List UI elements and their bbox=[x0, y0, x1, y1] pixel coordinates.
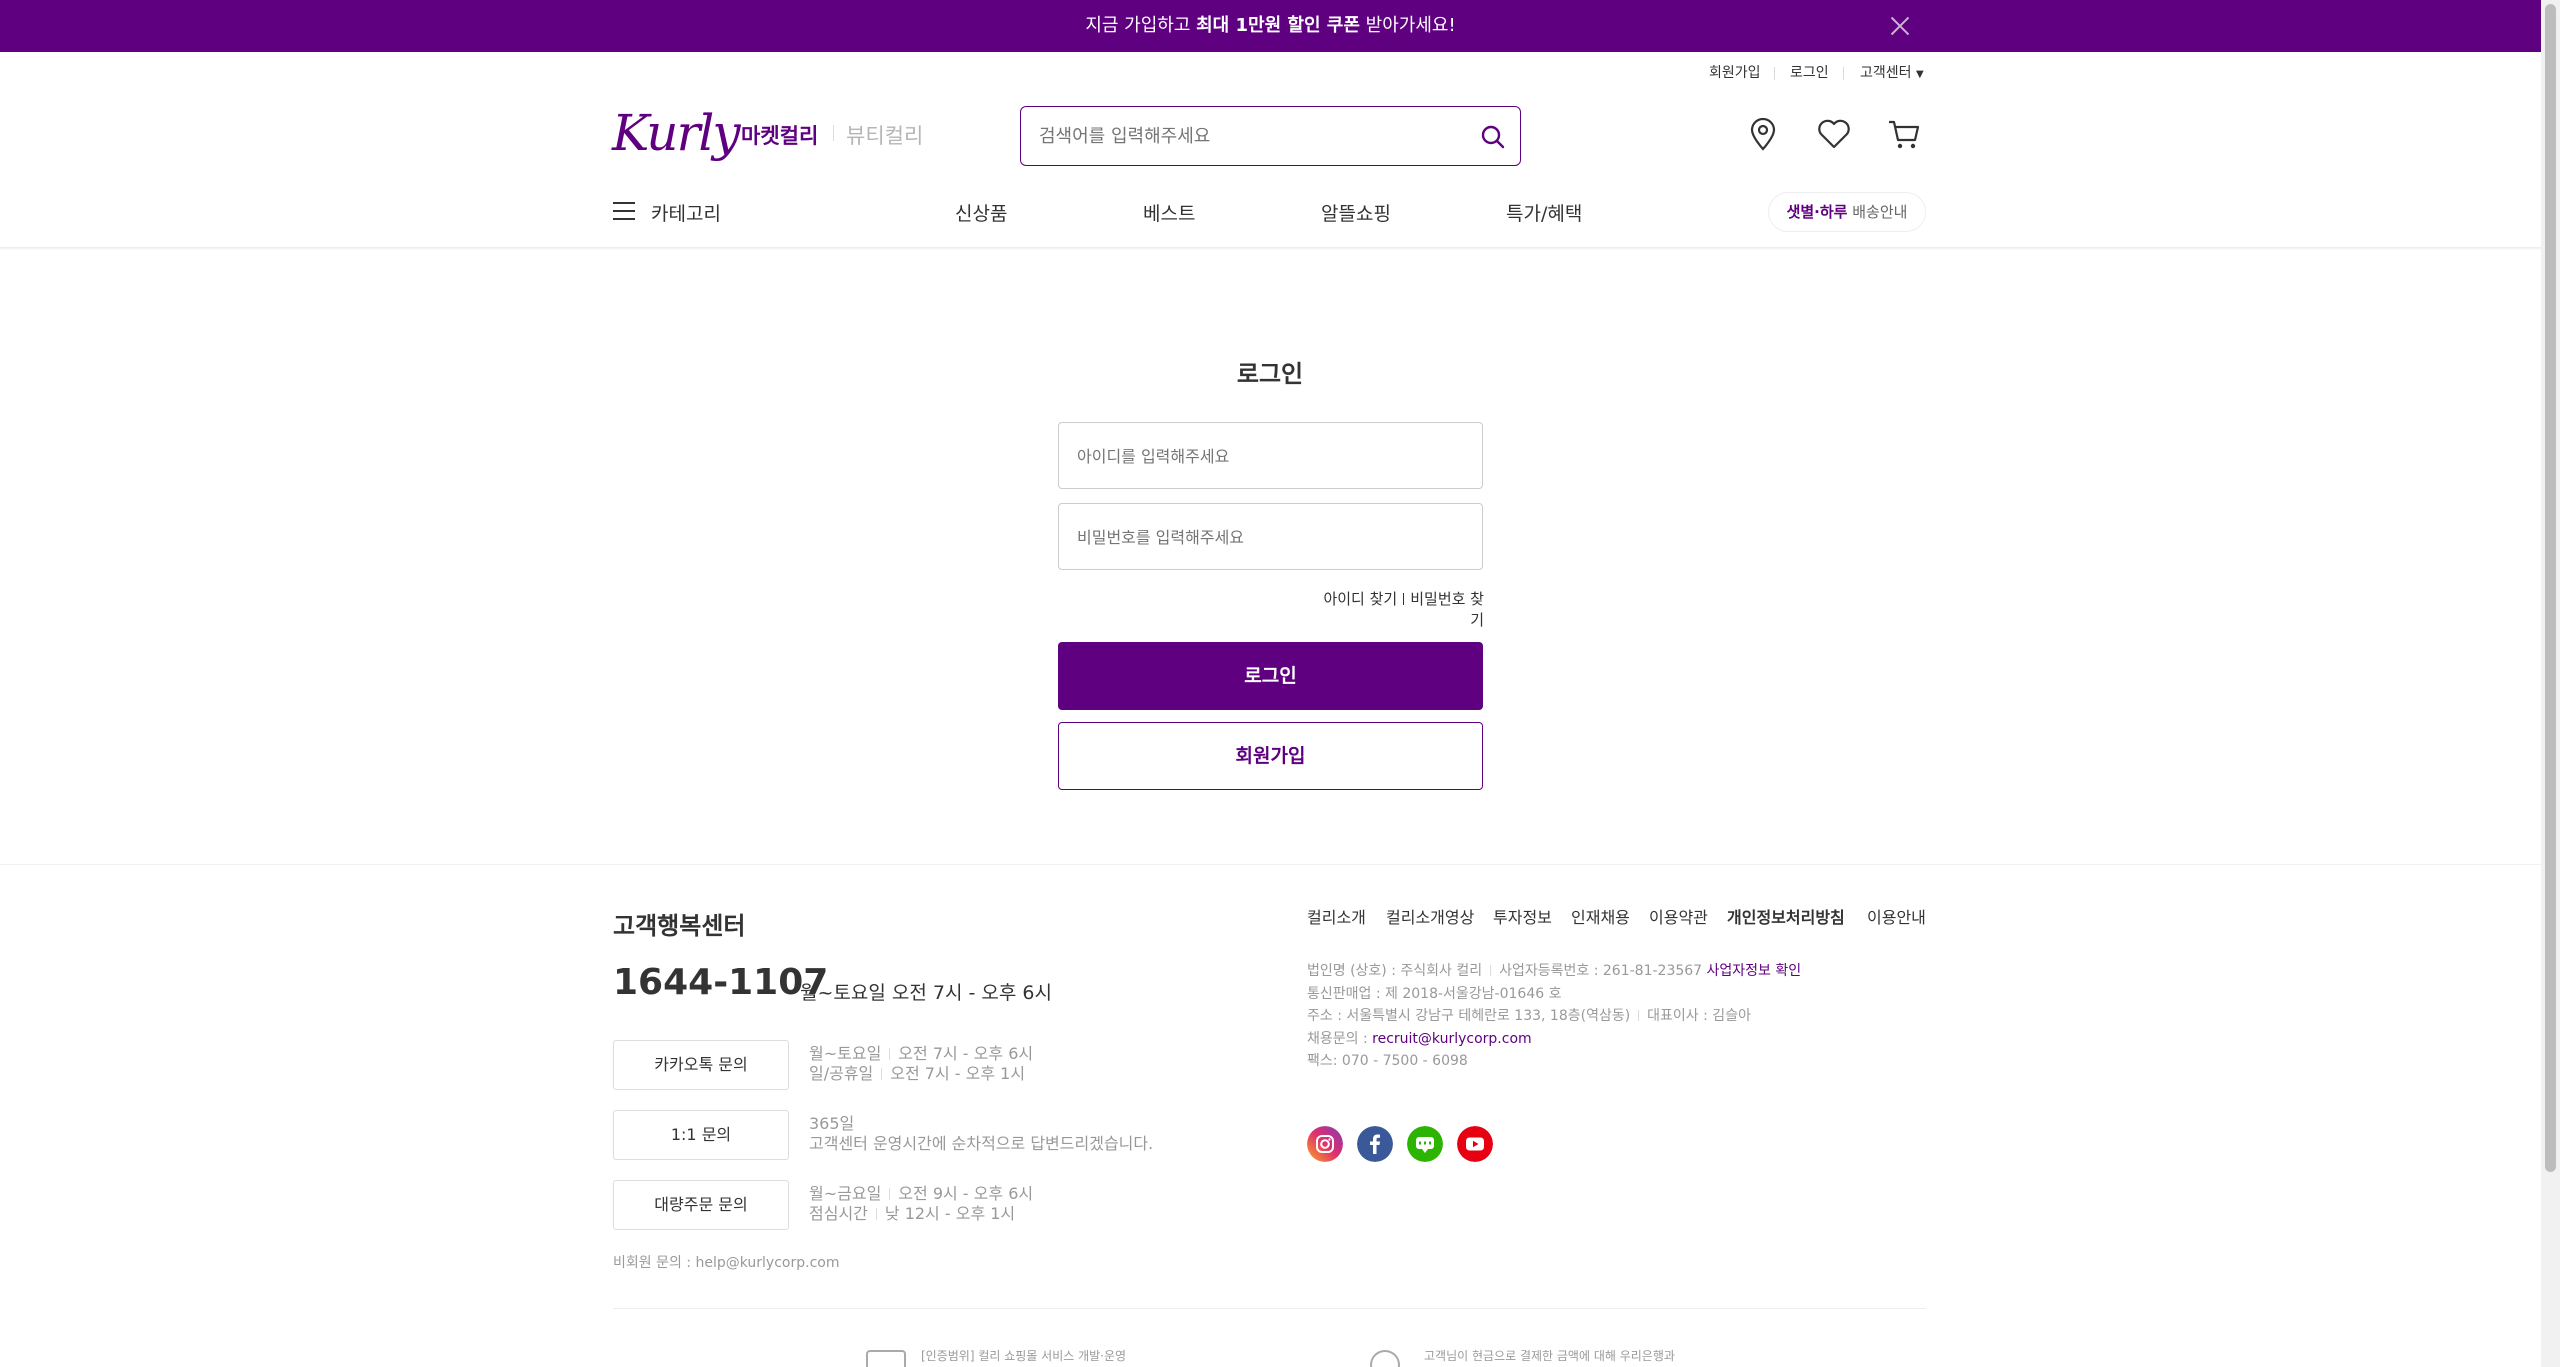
scrollbar-thumb[interactable] bbox=[2545, 4, 2556, 1172]
util-divider bbox=[1774, 67, 1775, 80]
beauty-kurly-tab[interactable]: 뷰티컬리 bbox=[846, 120, 923, 150]
find-password-link[interactable]: 비밀번호 찾기 bbox=[1410, 590, 1484, 629]
hours-label: 일/공휴일 bbox=[809, 1064, 874, 1083]
hours-label: 월~토요일 bbox=[809, 1044, 882, 1063]
instagram-icon[interactable] bbox=[1307, 1126, 1343, 1162]
page-title: 로그인 bbox=[1236, 360, 1304, 388]
footer-link-investor[interactable]: 투자정보 bbox=[1493, 904, 1552, 928]
biz-info-check-link[interactable]: 사업자정보 확인 bbox=[1707, 963, 1802, 979]
hours-value: 고객센터 운영시간에 순차적으로 답변드리겠습니다. bbox=[809, 1134, 1154, 1153]
corp-mail-order: 통신판매업 : 제 2018-서울강남-01646 호 bbox=[1307, 986, 1562, 1002]
certification-text: [인증범위] 컬리 쇼핑몰 서비스 개발·운영 bbox=[921, 1349, 1127, 1363]
util-login-link[interactable]: 로그인 bbox=[1790, 64, 1829, 82]
corp-address: 주소 : 서울특별시 강남구 테헤란로 133, 18층(역삼동) bbox=[1307, 1008, 1631, 1024]
util-divider bbox=[1843, 67, 1844, 80]
hours-value: 오전 7시 - 오후 6시 bbox=[898, 1044, 1034, 1063]
id-input[interactable] bbox=[1077, 443, 1457, 469]
banner-text-pre: 지금 가입하고 bbox=[1085, 15, 1197, 36]
gnb-thrifty-shopping[interactable]: 알뜰쇼핑 bbox=[1321, 199, 1391, 226]
footer-link-about[interactable]: 컬리소개 bbox=[1307, 904, 1366, 928]
kakaotalk-hours: 월~토요일 오전 7시 - 오후 6시 일/공휴일 오전 7시 - 오후 1시 bbox=[809, 1044, 1033, 1084]
banner-text-bold: 최대 1만원 할인 쿠폰 bbox=[1196, 15, 1360, 36]
corp-fax: 팩스: 070 - 7500 - 6098 bbox=[1307, 1053, 1468, 1069]
gnb-special-deals[interactable]: 특가/혜택 bbox=[1506, 199, 1582, 226]
login-button[interactable]: 로그인 bbox=[1058, 642, 1483, 710]
corp-address-line: 주소 : 서울특별시 강남구 테헤란로 133, 18층(역삼동) 대표이사 : … bbox=[1307, 1007, 1751, 1025]
find-id-link[interactable]: 아이디 찾기 bbox=[1323, 590, 1397, 608]
hours-label: 점심시간 bbox=[809, 1204, 868, 1223]
delivery-text: 배송안내 bbox=[1847, 203, 1908, 221]
escrow-text: 고객님이 현금으로 결제한 금액에 대해 우리은행과 bbox=[1424, 1349, 1675, 1363]
corp-info-line: 법인명 (상호) : 주식회사 컬리 사업자등록번호 : 261-81-23567… bbox=[1307, 962, 1801, 980]
hours-label: 365일 bbox=[809, 1114, 855, 1133]
hours-value: 오전 7시 - 오후 1시 bbox=[890, 1064, 1026, 1083]
banner-text-post: 받아가세요! bbox=[1359, 15, 1456, 36]
util-signup-link[interactable]: 회원가입 bbox=[1709, 64, 1761, 82]
recruit-label: 채용문의 : bbox=[1307, 1031, 1373, 1047]
promo-banner[interactable]: 지금 가입하고 최대 1만원 할인 쿠폰 받아가세요! bbox=[0, 0, 2541, 52]
util-support-link[interactable]: 고객센터 ▼ bbox=[1860, 64, 1924, 84]
footer-link-careers[interactable]: 인재채용 bbox=[1571, 904, 1630, 928]
footer-divider bbox=[0, 864, 2541, 865]
bulk-order-hours: 월~금요일 오전 9시 - 오후 6시 점심시간 낮 12시 - 오후 1시 bbox=[809, 1184, 1033, 1224]
password-input[interactable] bbox=[1077, 524, 1457, 550]
divider bbox=[1403, 593, 1405, 605]
kakaotalk-inquiry-button[interactable]: 카카오톡 문의 bbox=[613, 1040, 789, 1090]
hours-value: 낮 12시 - 오후 1시 bbox=[884, 1204, 1016, 1223]
corp-recruit-line: 채용문의 : recruit@kurlycorp.com bbox=[1307, 1030, 1532, 1048]
naver-blog-icon[interactable] bbox=[1407, 1126, 1443, 1162]
bulk-order-inquiry-button[interactable]: 대량주문 문의 bbox=[613, 1180, 789, 1230]
close-icon[interactable] bbox=[1888, 14, 1912, 38]
facebook-icon[interactable] bbox=[1357, 1126, 1393, 1162]
cart-icon[interactable] bbox=[1886, 116, 1922, 152]
hamburger-icon[interactable] bbox=[613, 202, 635, 220]
recruit-email-link[interactable]: recruit@kurlycorp.com bbox=[1372, 1031, 1532, 1047]
certification-icon bbox=[866, 1350, 906, 1367]
cs-phone-hours: 월~토요일 오전 7시 - 오후 6시 bbox=[800, 982, 1052, 1004]
gnb-best[interactable]: 베스트 bbox=[1143, 199, 1195, 226]
hours-value: 오전 9시 - 오후 6시 bbox=[898, 1184, 1034, 1203]
hours-label: 월~금요일 bbox=[809, 1184, 882, 1203]
one-on-one-inquiry-button[interactable]: 1:1 문의 bbox=[613, 1110, 789, 1160]
corp-ceo: 대표이사 : 김슬아 bbox=[1647, 1008, 1751, 1024]
kurly-logo[interactable]: Kurly bbox=[612, 104, 741, 162]
gnb-new-products[interactable]: 신상품 bbox=[955, 199, 1007, 226]
market-kurly-tab[interactable]: 마켓컬리 bbox=[741, 120, 818, 150]
footer-link-terms[interactable]: 이용약관 bbox=[1649, 904, 1708, 928]
heart-icon[interactable] bbox=[1816, 116, 1852, 152]
location-pin-icon[interactable] bbox=[1745, 116, 1781, 152]
escrow-icon bbox=[1370, 1350, 1400, 1367]
search-input[interactable] bbox=[1039, 121, 1459, 151]
signup-button[interactable]: 회원가입 bbox=[1058, 722, 1483, 790]
youtube-icon[interactable] bbox=[1457, 1126, 1493, 1162]
footer-link-video[interactable]: 컬리소개영상 bbox=[1386, 904, 1474, 928]
divider bbox=[833, 125, 834, 141]
cs-phone: 1644-1107 bbox=[613, 962, 829, 1003]
id-field bbox=[1058, 422, 1483, 489]
one-on-one-hours: 365일 고객센터 운영시간에 순차적으로 답변드리겠습니다. bbox=[809, 1114, 1153, 1154]
delivery-bold: 샛별·하루 bbox=[1786, 203, 1848, 221]
delivery-info-button[interactable]: 샛별·하루 배송안내 bbox=[1768, 192, 1926, 232]
password-field bbox=[1058, 503, 1483, 570]
search-icon[interactable] bbox=[1479, 123, 1507, 151]
cs-title: 고객행복센터 bbox=[613, 912, 746, 940]
category-menu[interactable]: 카테고리 bbox=[651, 199, 721, 226]
corp-name: 법인명 (상호) : 주식회사 컬리 bbox=[1307, 963, 1483, 979]
find-links: 아이디 찾기 비밀번호 찾기 bbox=[1310, 588, 1484, 630]
search-box bbox=[1020, 106, 1521, 166]
footer-bottom-divider bbox=[613, 1308, 1926, 1309]
caret-down-icon: ▼ bbox=[1915, 69, 1924, 80]
header-divider bbox=[0, 247, 2541, 250]
corp-biz-no: 사업자등록번호 : 261-81-23567 bbox=[1499, 963, 1703, 979]
footer-link-guide[interactable]: 이용안내 bbox=[1867, 904, 1926, 928]
util-support-label: 고객센터 bbox=[1860, 65, 1912, 81]
nonmember-inquiry: 비회원 문의 : help@kurlycorp.com bbox=[613, 1255, 840, 1271]
footer-link-privacy[interactable]: 개인정보처리방침 bbox=[1727, 904, 1845, 928]
